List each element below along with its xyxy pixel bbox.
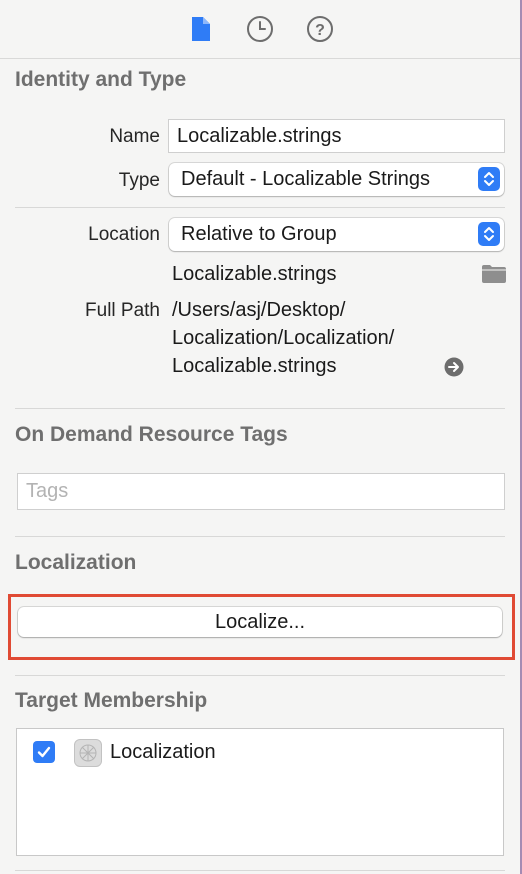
divider xyxy=(15,675,505,676)
target-name: Localization xyxy=(110,741,216,763)
target-checkbox[interactable] xyxy=(33,741,55,763)
membership-section-title: Target Membership xyxy=(15,689,208,712)
svg-text:?: ? xyxy=(315,22,325,39)
localize-button[interactable]: Localize... xyxy=(18,607,502,637)
full-path-line: /Users/asj/Desktop/ xyxy=(172,299,346,321)
type-popup-value: Default - Localizable Strings xyxy=(181,168,431,190)
target-membership-list: Localization xyxy=(16,728,504,856)
tags-section-title: On Demand Resource Tags xyxy=(15,423,288,446)
reveal-in-finder-icon[interactable] xyxy=(444,357,464,382)
folder-icon[interactable] xyxy=(481,264,507,289)
name-field[interactable]: Localizable.strings xyxy=(168,119,505,153)
history-icon[interactable] xyxy=(245,14,275,44)
location-file-name: Localizable.strings xyxy=(172,263,337,285)
full-path-line: Localization/Localization/ xyxy=(172,327,395,349)
location-popup-value: Relative to Group xyxy=(181,223,337,245)
divider xyxy=(15,408,505,409)
divider xyxy=(15,536,505,537)
help-icon[interactable]: ? xyxy=(305,14,335,44)
tags-field[interactable]: Tags xyxy=(17,473,505,510)
location-popup-chevron-icon xyxy=(478,222,500,246)
app-target-icon xyxy=(74,739,102,767)
inspector-toolbar: ? xyxy=(0,0,520,59)
divider xyxy=(15,207,505,208)
type-popup-chevron-icon xyxy=(478,167,500,191)
location-label: Location xyxy=(88,224,160,245)
full-path-line: Localizable.strings xyxy=(172,355,337,377)
full-path-label: Full Path xyxy=(85,300,160,321)
localization-section-title: Localization xyxy=(15,551,137,574)
name-label: Name xyxy=(109,126,160,147)
type-popup[interactable]: Default - Localizable Strings xyxy=(169,163,504,196)
divider xyxy=(15,870,505,871)
identity-section-title: Identity and Type xyxy=(15,68,187,91)
location-popup[interactable]: Relative to Group xyxy=(169,218,504,251)
type-label: Type xyxy=(118,170,160,191)
file-inspector-icon[interactable] xyxy=(186,14,216,44)
